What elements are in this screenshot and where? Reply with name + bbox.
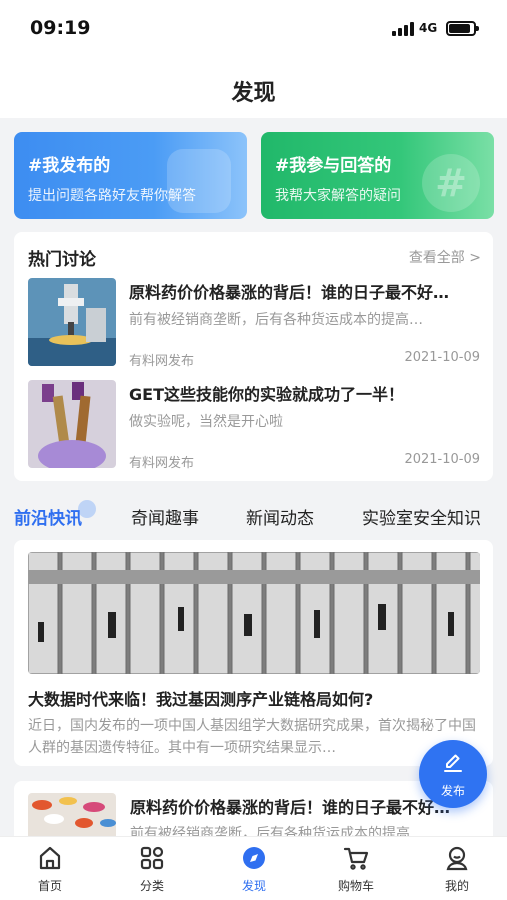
edit-icon (444, 754, 462, 772)
item-desc: 前有被经销商垄断，后有各种货运成本的提高… (129, 312, 423, 328)
nav-label: 我的 (444, 879, 469, 893)
sample-tubes-image (28, 552, 480, 674)
banner-subtitle: 我帮大家解答的疑问 (275, 188, 401, 204)
compass-icon (243, 847, 265, 869)
list-item[interactable]: 原料药价价格暴涨的背后！谁的日子最不好… 前有被经销商垄断，后有各种货运成本的提… (28, 278, 480, 369)
nav-item-home[interactable]: 首页 (20, 845, 80, 897)
tab-curiosities[interactable]: 奇闻趣事 (131, 504, 199, 529)
news-desc: 近日，国内发布的一项中国人基因组学大数据研究成果，首次揭秘了中国人群的基因遗传特… (28, 718, 476, 756)
category-icon (140, 846, 164, 870)
nav-label: 购物车 (337, 879, 374, 893)
hot-discussions-card: 热门讨论 查看全部 > 原料药价价格暴涨的背后！谁的日子最不好… 前有被经销商垄… (14, 232, 493, 481)
home-icon (39, 846, 61, 870)
nav-label: 发现 (241, 879, 266, 893)
nav-item-profile[interactable]: 我的 (427, 845, 487, 897)
my-posts-banner[interactable]: #我发布的 提出问题各路好友帮你解答 (14, 132, 247, 219)
nav-label: 首页 (37, 879, 62, 893)
status-time: 09:19 (30, 17, 91, 39)
nav-item-cart[interactable]: 购物车 (326, 845, 386, 897)
nav-label: 分类 (139, 879, 164, 893)
profile-icon (446, 846, 468, 871)
banner-title: #我参与回答的 (275, 156, 392, 176)
publish-button[interactable]: 发布 (419, 740, 487, 808)
item-source: 有料网发布 (129, 354, 195, 369)
pills-image (28, 793, 116, 841)
battery-icon (446, 21, 479, 36)
network-label: 4G (419, 21, 438, 35)
signal-icon (392, 22, 414, 36)
item-title: GET这些技能你的实验就成功了一半！ (129, 385, 404, 404)
list-item[interactable]: GET这些技能你的实验就成功了一半！ 做实验呢，当然是开心啦 有料网发布 202… (28, 380, 480, 471)
item-source: 有料网发布 (129, 456, 195, 471)
cart-icon (343, 847, 369, 870)
banner-subtitle: 提出问题各路好友帮你解答 (28, 188, 196, 204)
nav-item-discover[interactable]: 发现 (224, 845, 284, 897)
page-title: 发现 (231, 81, 276, 106)
my-answers-banner[interactable]: # #我参与回答的 我帮大家解答的疑问 (261, 132, 494, 219)
news-title: 大数据时代来临！我过基因测序产业链格局如何? (28, 690, 374, 709)
news-card[interactable]: 大数据时代来临！我过基因测序产业链格局如何? 近日，国内发布的一项中国人基因组学… (14, 540, 493, 766)
category-tabs: 前沿快讯 奇闻趣事 新闻动态 实验室安全知识 (0, 496, 507, 538)
see-all-link[interactable]: 查看全部 > (409, 247, 481, 267)
item-date: 2021-10-09 (404, 452, 480, 467)
microscope-image (28, 278, 116, 366)
item-title: 原料药价价格暴涨的背后！谁的日子最不好… (129, 283, 450, 302)
test-tubes-image (28, 380, 116, 468)
bottom-nav: 首页 分类 发现 购物车 我的 (0, 836, 507, 900)
nav-item-category[interactable]: 分类 (122, 845, 182, 897)
header: 发现 (0, 60, 507, 118)
tab-lab-safety[interactable]: 实验室安全知识 (362, 504, 481, 529)
item-desc: 做实验呢，当然是开心啦 (129, 414, 283, 430)
section-title: 热门讨论 (28, 250, 96, 270)
tab-frontier-news[interactable]: 前沿快讯 (14, 504, 82, 529)
status-bar: 09:19 4G (0, 0, 507, 60)
item-date: 2021-10-09 (404, 350, 480, 365)
hash-icon: # (422, 154, 480, 212)
tab-news-updates[interactable]: 新闻动态 (246, 504, 314, 529)
publish-label: 发布 (440, 784, 465, 798)
banner-title: #我发布的 (28, 156, 111, 176)
